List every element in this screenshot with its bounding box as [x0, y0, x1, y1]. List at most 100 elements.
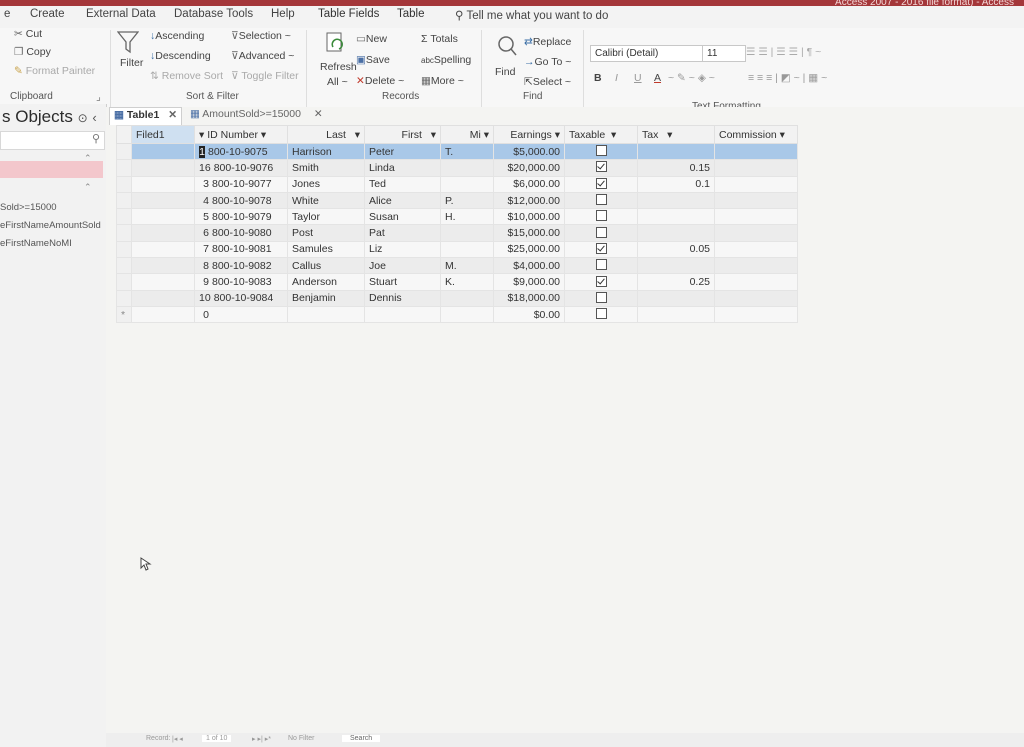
cell-taxable[interactable]	[564, 142, 638, 161]
checked-checkbox-icon[interactable]	[595, 242, 607, 254]
cell-mi[interactable]	[440, 159, 494, 177]
cell-earnings[interactable]: $20,000.00	[493, 159, 565, 177]
list-buttons[interactable]: ☰ ☰ | ☰ ☰ | ¶ ~	[746, 46, 821, 58]
column-header-last[interactable]: Last ▾	[287, 125, 365, 144]
table-row[interactable]: * 0 $0.00	[116, 305, 798, 324]
cell-first[interactable]: Liz	[364, 240, 441, 259]
cell-taxable[interactable]	[564, 224, 638, 242]
cell-mi[interactable]	[440, 240, 494, 259]
table-row[interactable]: 5 800-10-9079 Taylor Susan H. $10,000.00	[116, 208, 798, 226]
cell-last[interactable]: Harrison	[287, 142, 365, 161]
cell-taxable[interactable]	[564, 273, 638, 291]
cell-tax[interactable]: 0.25	[637, 273, 715, 291]
tab-table1[interactable]: ▦ Table1 ✕	[109, 107, 183, 126]
cell-tax[interactable]	[637, 191, 715, 210]
cell-first[interactable]: Stuart	[364, 273, 441, 291]
tab-home[interactable]: e	[4, 8, 10, 20]
filter-status[interactable]: No Filter	[288, 735, 314, 742]
tell-me-box[interactable]: ⚲ Tell me what you want to do	[455, 8, 608, 22]
cell-tax[interactable]	[637, 224, 715, 242]
italic-button[interactable]: I	[615, 72, 618, 84]
cell-commission[interactable]	[714, 175, 798, 193]
cell-earnings[interactable]: $10,000.00	[493, 208, 565, 226]
nav-query-3[interactable]: eFirstNameNoMI	[0, 238, 72, 249]
checked-checkbox-icon[interactable]	[595, 161, 607, 173]
delete-button[interactable]: ✕Delete ~	[356, 75, 404, 87]
row-selector[interactable]	[116, 175, 132, 193]
cell-earnings[interactable]: $4,000.00	[493, 257, 565, 275]
cell-earnings[interactable]: $0.00	[493, 305, 565, 324]
cell-last[interactable]: White	[287, 191, 365, 210]
cell-mi[interactable]: K.	[440, 273, 494, 291]
checkbox-icon[interactable]	[595, 194, 607, 206]
checkbox-icon[interactable]	[595, 226, 607, 238]
row-selector[interactable]	[116, 257, 132, 275]
cell-tax[interactable]	[637, 305, 715, 324]
cell-tax[interactable]	[637, 257, 715, 275]
advanced-button[interactable]: ⊽Advanced ~	[231, 50, 294, 62]
cell-taxable[interactable]	[564, 159, 638, 177]
row-selector[interactable]	[116, 159, 132, 177]
cell-filed1[interactable]	[131, 240, 195, 259]
cell-commission[interactable]	[714, 224, 798, 242]
row-selector[interactable]	[116, 208, 132, 226]
column-header-id-number[interactable]: ▾ ID Number ▾	[194, 125, 288, 144]
format-painter-button[interactable]: ✎ Format Painter	[14, 65, 95, 77]
tab-external-data[interactable]: External Data	[86, 8, 156, 20]
save-button[interactable]: ▣Save	[356, 54, 390, 66]
totals-button[interactable]: Σ Totals	[421, 33, 458, 45]
table-row[interactable]: 4 800-10-9078 White Alice P. $12,000.00	[116, 191, 798, 210]
cell-last[interactable]: Taylor	[287, 208, 365, 226]
underline-button[interactable]: U	[634, 72, 642, 84]
table-row[interactable]: 9 800-10-9083 Anderson Stuart K. $9,000.00 0.2…	[116, 273, 798, 291]
more-button[interactable]: ▦More ~	[421, 75, 464, 87]
nav-first-icon[interactable]: |◂ ◂	[172, 735, 183, 743]
record-position-input[interactable]: 1 of 10	[202, 735, 232, 742]
highlight-icon[interactable]: ~ ✎ ~ ◈ ~	[668, 72, 715, 84]
new-record-button[interactable]: ▭New	[356, 33, 387, 45]
column-header-first[interactable]: First ▾	[364, 125, 441, 144]
cell-taxable[interactable]	[564, 240, 638, 259]
cell-tax[interactable]: 0.1	[637, 175, 715, 193]
cell-id-number[interactable]: 16 800-10-9076	[194, 159, 288, 177]
descending-button[interactable]: ↓Descending	[150, 50, 211, 62]
nav-query-1[interactable]: Sold>=15000	[0, 202, 57, 213]
spelling-button[interactable]: abcSpelling	[421, 54, 471, 66]
table-row[interactable]: 7 800-10-9081 Samules Liz $25,000.00 0.05	[116, 240, 798, 259]
cell-first[interactable]: Dennis	[364, 289, 441, 307]
cell-tax[interactable]	[637, 289, 715, 307]
cell-last[interactable]: Anderson	[287, 273, 365, 291]
table-row[interactable]: 3 800-10-9077 Jones Ted $6,000.00 0.1	[116, 175, 798, 193]
checked-checkbox-icon[interactable]	[595, 275, 607, 287]
cell-commission[interactable]	[714, 191, 798, 210]
row-selector[interactable]	[116, 224, 132, 242]
cell-earnings[interactable]: $12,000.00	[493, 191, 565, 210]
cell-last[interactable]	[287, 305, 365, 324]
cell-id-number[interactable]: 1 800-10-9075	[194, 142, 288, 161]
font-color-button[interactable]: A	[654, 72, 661, 84]
cell-first[interactable]: Linda	[364, 159, 441, 177]
cell-commission[interactable]	[714, 159, 798, 177]
cell-first[interactable]: Alice	[364, 191, 441, 210]
cell-taxable[interactable]	[564, 289, 638, 307]
collapse-pane-icon[interactable]: ‹	[92, 110, 96, 125]
cell-filed1[interactable]	[131, 175, 195, 193]
goto-button[interactable]: →Go To ~	[524, 56, 571, 68]
table-row[interactable]: 6 800-10-9080 Post Pat $15,000.00	[116, 224, 798, 242]
cell-id-number[interactable]: 3 800-10-9077	[194, 175, 288, 193]
select-button[interactable]: ⇱Select ~	[524, 76, 571, 88]
cell-tax[interactable]: 0.05	[637, 240, 715, 259]
column-header-tax[interactable]: Tax ▾	[637, 125, 715, 144]
tab-table-fields[interactable]: Table Fields	[318, 8, 379, 20]
cell-id-number[interactable]: 10 800-10-9084	[194, 289, 288, 307]
table-row[interactable]: 8 800-10-9082 Callus Joe M. $4,000.00	[116, 257, 798, 275]
column-header-mi[interactable]: Mi ▾	[440, 125, 494, 144]
tab-table[interactable]: Table	[397, 8, 425, 20]
cell-mi[interactable]: P.	[440, 191, 494, 210]
font-name-select[interactable]: Calibri (Detail)	[590, 45, 704, 62]
chevron-up-icon[interactable]: ⌃	[84, 182, 92, 193]
cell-filed1[interactable]	[131, 273, 195, 291]
tab-database-tools[interactable]: Database Tools	[174, 8, 253, 20]
row-selector[interactable]: *	[116, 305, 132, 324]
cell-mi[interactable]	[440, 305, 494, 324]
